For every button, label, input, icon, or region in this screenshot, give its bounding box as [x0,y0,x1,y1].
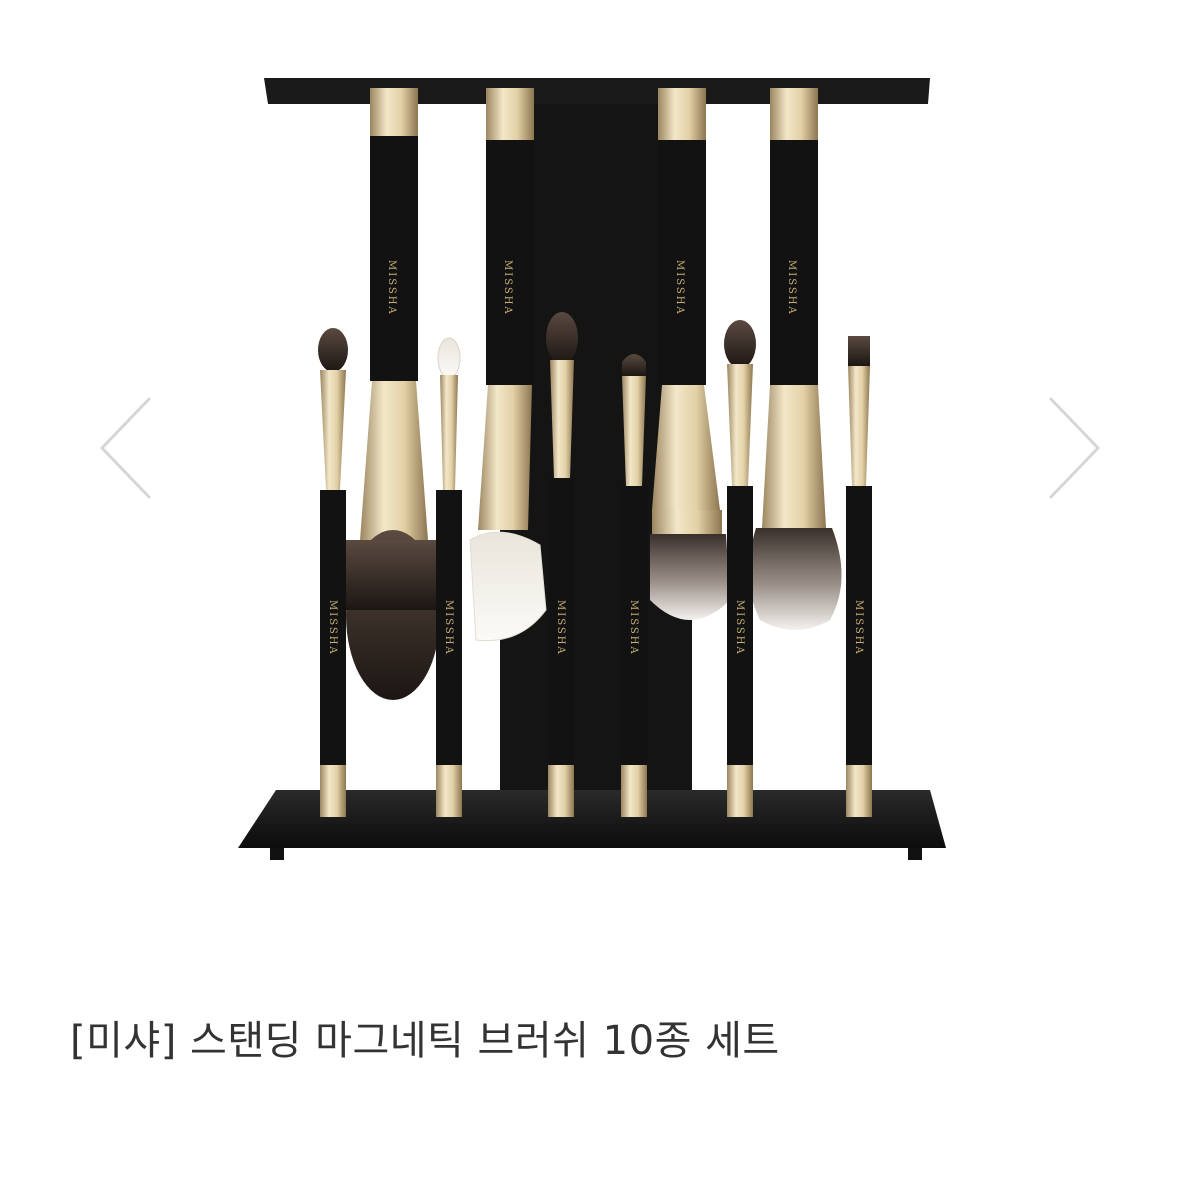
product-image-carousel[interactable]: MISSHA MISSHA MISSHA MISSHA MISSHA MISSH… [0,0,1200,900]
brush-round-duo-fibre: MISSHA [748,88,842,630]
brush-small-5: MISSHA [724,320,756,817]
brush-flat-foundation: MISSHA [650,88,730,620]
stand-top-plate [264,78,930,104]
svg-text:MISSHA: MISSHA [502,260,513,316]
svg-text:MISSHA: MISSHA [734,600,745,656]
carousel-prev-button[interactable] [90,390,160,510]
svg-text:MISSHA: MISSHA [555,600,566,656]
svg-text:MISSHA: MISSHA [674,260,685,316]
svg-text:MISSHA: MISSHA [327,600,338,656]
product-image: MISSHA MISSHA MISSHA MISSHA MISSHA MISSH… [238,78,946,860]
svg-text:MISSHA: MISSHA [786,260,797,316]
brush-small-1: MISSHA [318,328,348,817]
chevron-right-icon [1048,396,1101,500]
brush-large-powder: MISSHA [346,88,440,700]
carousel-next-button[interactable] [1040,390,1110,510]
brush-small-4: MISSHA [621,354,647,817]
brush-small-2: MISSHA [436,337,462,817]
product-title: [미샤] 스탠딩 마그네틱 브러쉬 10종 세트 [70,1018,780,1064]
svg-text:MISSHA: MISSHA [443,600,454,656]
svg-text:MISSHA: MISSHA [853,600,864,656]
svg-text:MISSHA: MISSHA [628,600,639,656]
svg-text:MISSHA: MISSHA [386,260,397,316]
chevron-left-icon [99,396,152,500]
brush-small-6: MISSHA [846,336,872,817]
